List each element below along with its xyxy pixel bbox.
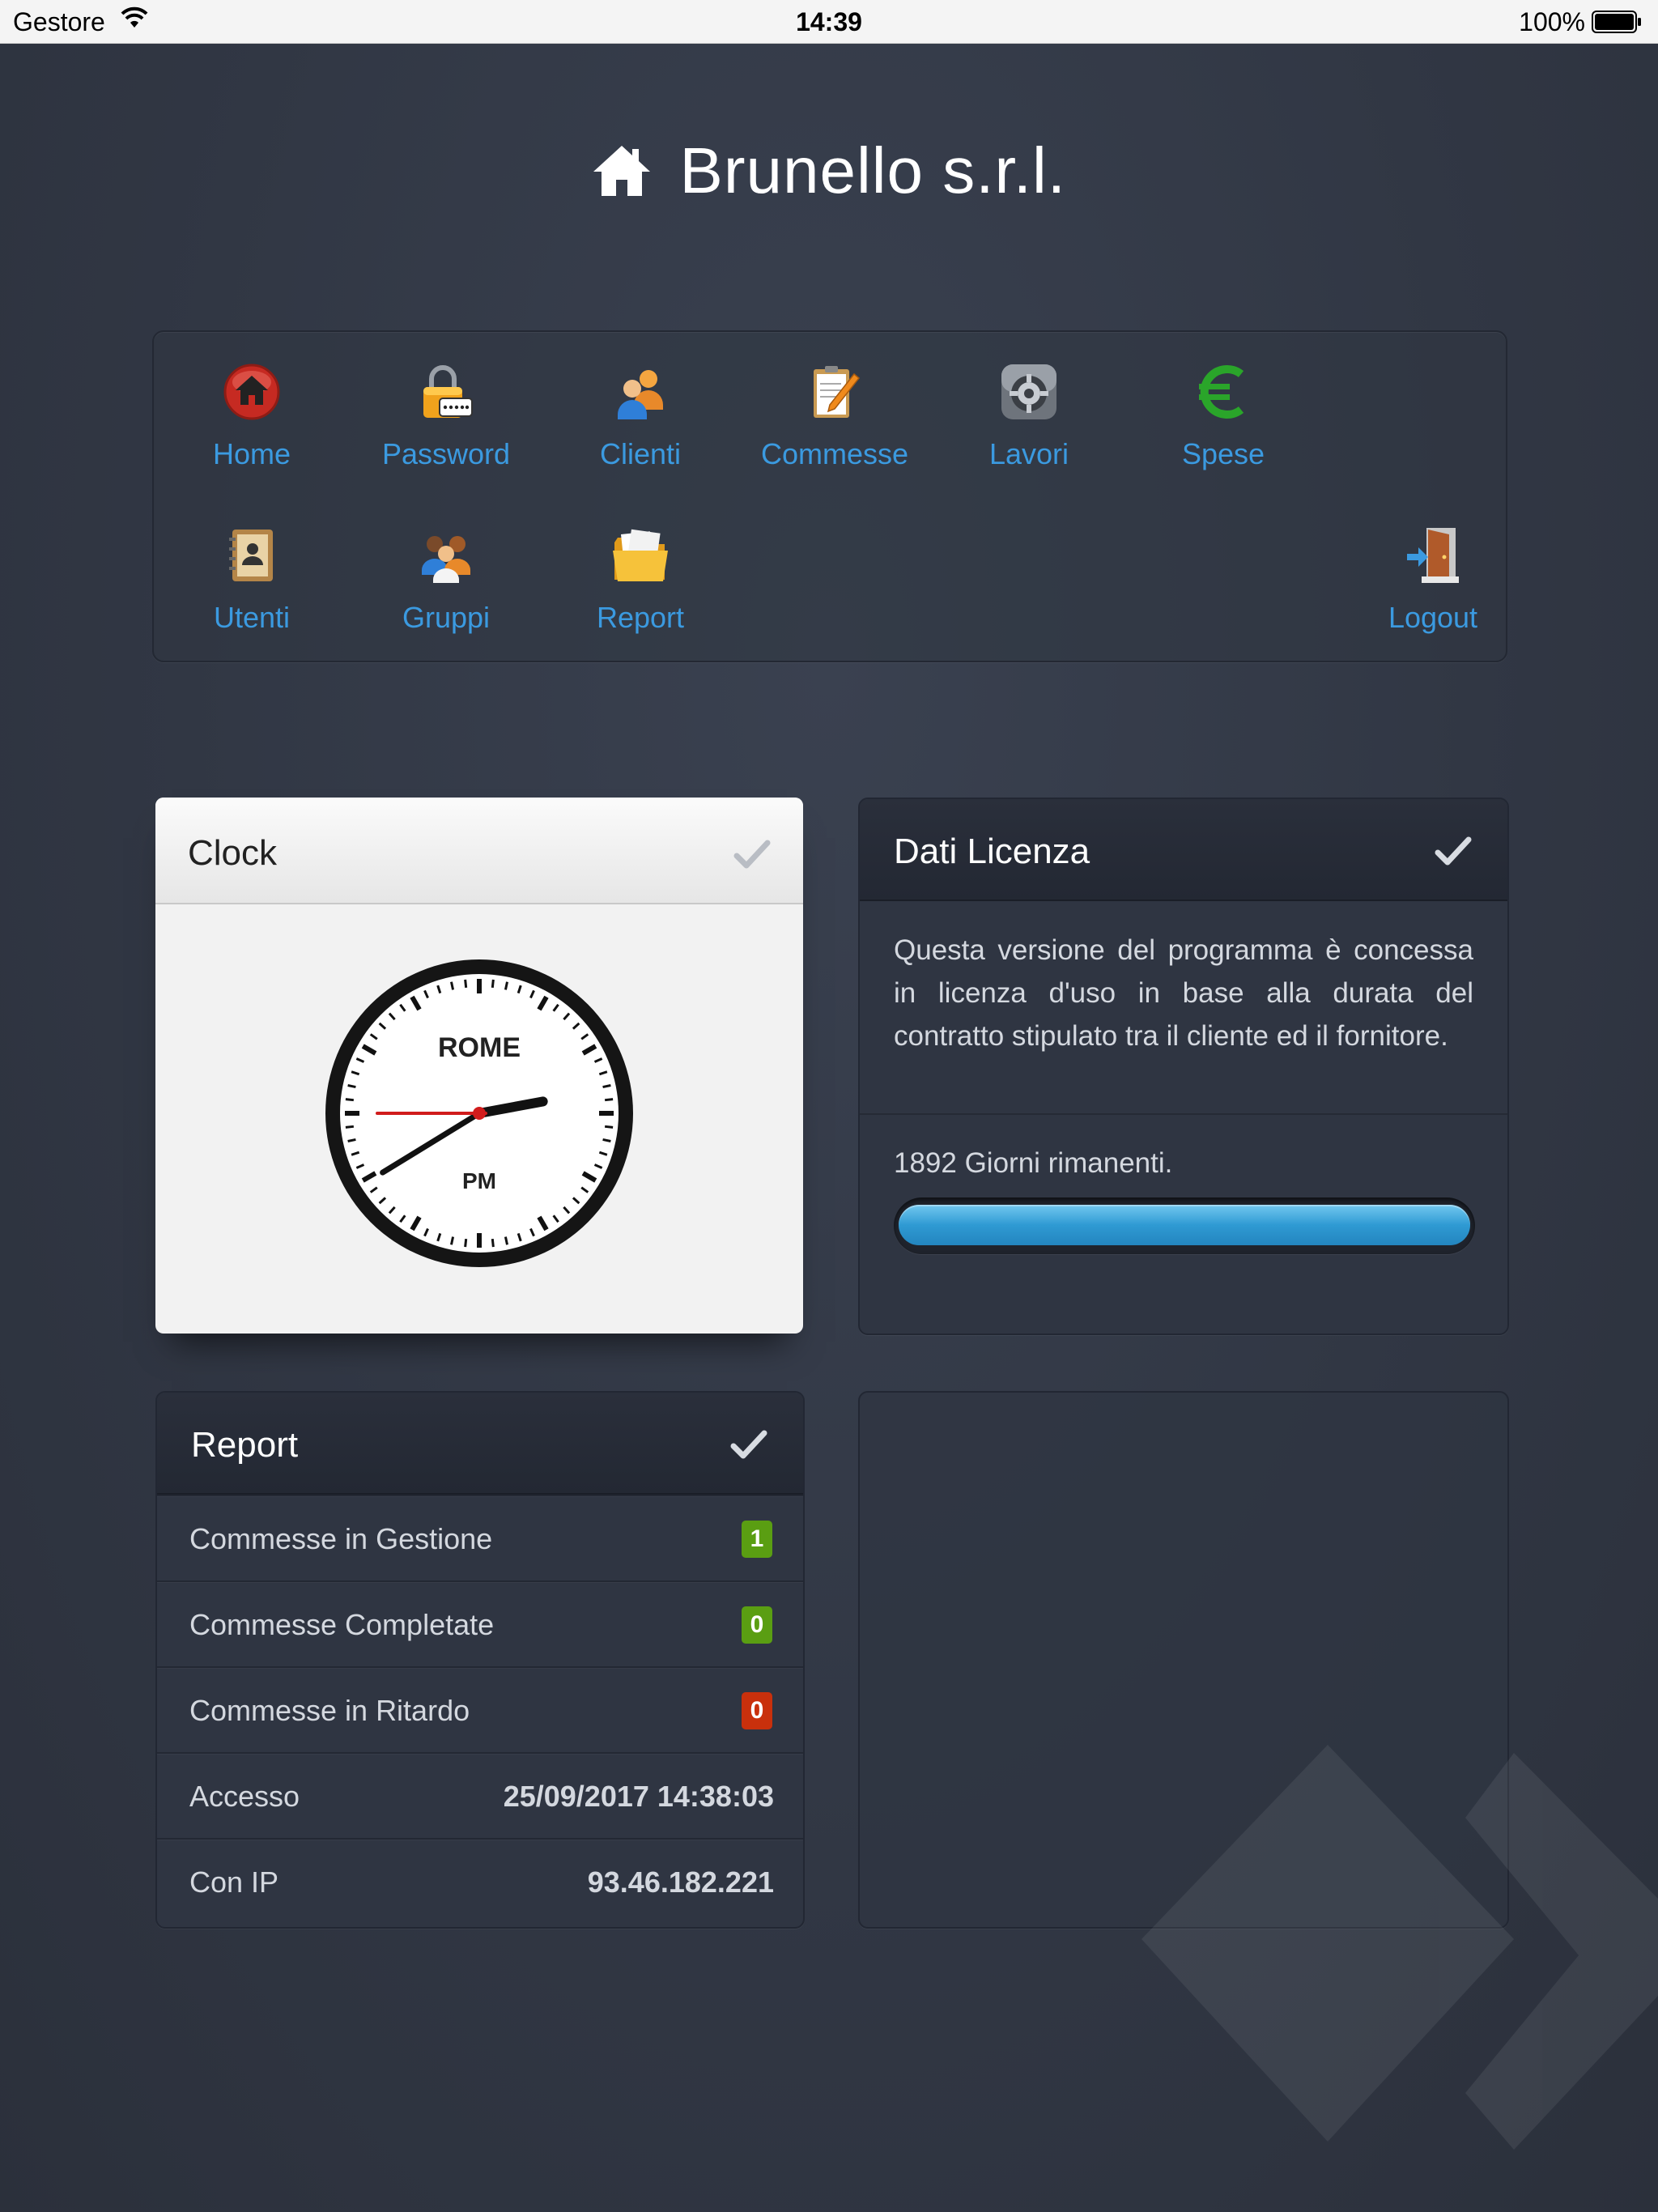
nav-utenti[interactable]: Utenti [171, 496, 333, 641]
nav-report[interactable]: Report [559, 496, 721, 641]
status-bar: Gestore 14:39 100% [0, 0, 1658, 44]
logout-door-icon [1407, 528, 1459, 583]
ip-address: 93.46.182.221 [587, 1865, 774, 1899]
clock-tick [450, 1236, 455, 1245]
watermark-logo [1141, 1745, 1658, 2150]
lock-icon [423, 365, 473, 418]
page-title: Brunello s.r.l. [679, 134, 1066, 206]
checkmark-icon[interactable] [733, 838, 771, 870]
main-nav: Home Password Clienti Commesse Lavori Sp… [152, 330, 1507, 662]
nav-logout[interactable]: Logout [1352, 496, 1514, 641]
license-widget: Dati Licenza Questa versione del program… [858, 798, 1509, 1335]
report-row-label: Commesse in Gestione [189, 1522, 493, 1555]
nav-clienti-label: Clienti [599, 437, 682, 470]
nav-password[interactable]: Password [365, 332, 527, 478]
nav-lavori[interactable]: Lavori [948, 332, 1110, 478]
battery-percent: 100% [1519, 7, 1585, 36]
clock-tick [604, 1125, 614, 1129]
address-book-icon [229, 530, 273, 581]
clock-widget: Clock ROME PM [155, 798, 803, 1334]
report-row-accesso: Accesso 25/09/2017 14:38:03 [157, 1752, 803, 1838]
clock-center-pin [473, 1107, 486, 1120]
clock-tick [491, 979, 495, 989]
nav-spese[interactable]: Spese [1142, 332, 1304, 478]
report-title: Report [191, 1425, 299, 1465]
home-icon [223, 364, 280, 420]
clock-tick [602, 1138, 611, 1142]
license-title: Dati Licenza [894, 832, 1090, 871]
nav-lavori-label: Lavori [988, 437, 1069, 470]
clock-tick [450, 981, 455, 990]
nav-password-label: Password [381, 437, 511, 470]
notepad-icon [814, 366, 861, 418]
clock-tick [504, 981, 508, 990]
clock-header: Clock [155, 798, 803, 904]
license-progress-fill [899, 1205, 1470, 1245]
nav-clienti[interactable]: Clienti [559, 332, 721, 478]
clock-tick [345, 1125, 355, 1129]
nav-spese-label: Spese [1181, 437, 1265, 470]
report-widget: Report Commesse in Gestione 1 Commesse C… [155, 1391, 805, 1929]
report-row-commesse-ritardo: Commesse in Ritardo 0 [157, 1666, 803, 1752]
app-header: Brunello s.r.l. [0, 134, 1658, 215]
checkmark-icon[interactable] [730, 1428, 767, 1461]
status-time: 14:39 [796, 7, 862, 36]
license-description: Questa versione del programma è concessa… [860, 901, 1507, 1115]
nav-utenti-label: Utenti [213, 601, 291, 634]
clock-tick [347, 1084, 356, 1089]
clock-tick [504, 1236, 508, 1245]
nav-logout-label: Logout [1388, 601, 1478, 634]
clock-period: PM [462, 1168, 496, 1193]
license-header: Dati Licenza [860, 799, 1507, 901]
users-icon [618, 370, 663, 419]
nav-gruppi-label: Gruppi [402, 601, 491, 634]
euro-icon [1199, 365, 1244, 419]
analog-clock: ROME PM [325, 959, 633, 1267]
count-badge: 0 [742, 1606, 772, 1644]
count-badge: 1 [742, 1521, 772, 1558]
nav-home-label: Home [212, 437, 291, 470]
days-remaining: 1892 Giorni rimanenti. [894, 1147, 1173, 1179]
nav-home[interactable]: Home [171, 332, 333, 478]
report-row-label: Commesse in Ritardo [189, 1694, 470, 1727]
access-timestamp: 25/09/2017 14:38:03 [503, 1780, 774, 1813]
report-row-label: Accesso [189, 1780, 300, 1813]
report-row-commesse-gestione: Commesse in Gestione 1 [157, 1495, 803, 1580]
count-badge: 0 [742, 1692, 772, 1729]
clock-tick [347, 1138, 356, 1142]
gear-icon [1001, 364, 1056, 419]
report-row-commesse-completate: Commesse Completate 0 [157, 1580, 803, 1666]
license-progress-bar [894, 1197, 1475, 1254]
folder-icon [613, 529, 668, 581]
report-row-label: Con IP [189, 1865, 279, 1899]
checkmark-icon[interactable] [1435, 835, 1472, 867]
nav-gruppi[interactable]: Gruppi [365, 496, 527, 641]
report-row-ip: Con IP 93.46.182.221 [157, 1838, 803, 1924]
nav-commesse-label: Commesse [760, 437, 909, 470]
clock-tick [491, 1238, 495, 1248]
clock-city: ROME [438, 1032, 521, 1063]
clock-title: Clock [188, 833, 278, 873]
home-icon [593, 146, 651, 196]
battery-icon [1592, 11, 1641, 33]
report-row-label: Commesse Completate [189, 1608, 495, 1641]
nav-commesse[interactable]: Commesse [754, 332, 916, 478]
group-icon [422, 536, 470, 583]
report-header: Report [157, 1393, 803, 1495]
clock-tick [602, 1084, 611, 1089]
nav-report-label: Report [596, 601, 685, 634]
